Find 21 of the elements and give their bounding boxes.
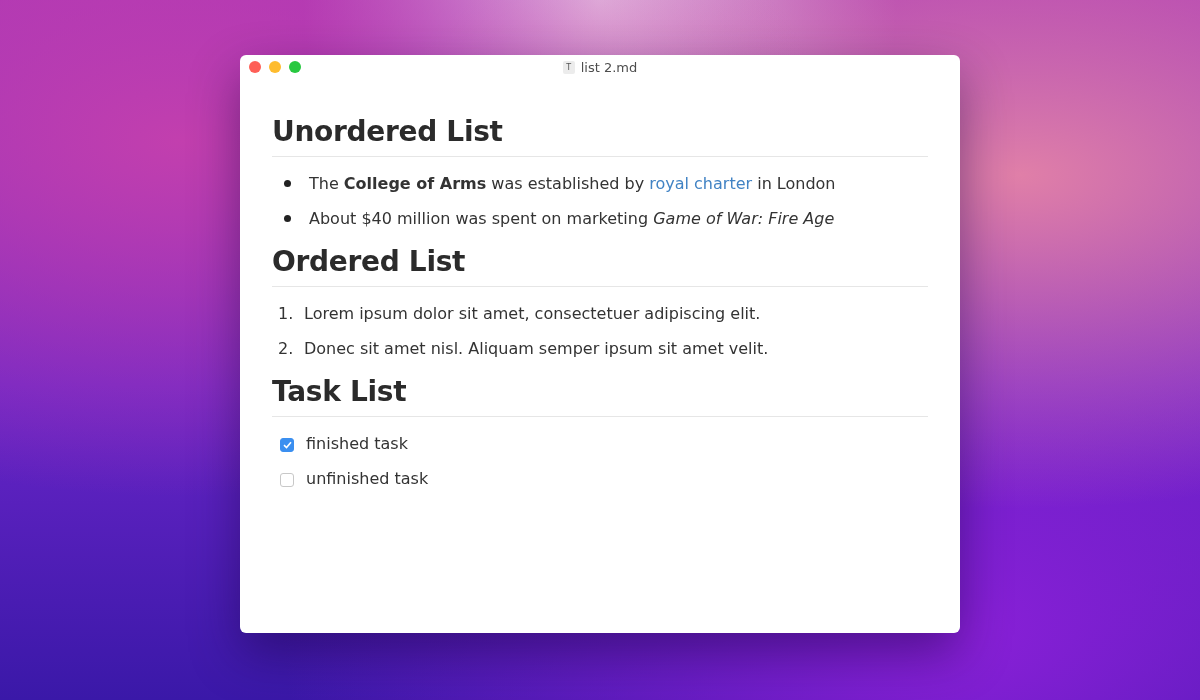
section-heading: Unordered List <box>272 115 928 157</box>
checkbox[interactable] <box>280 472 294 487</box>
close-button[interactable] <box>249 61 261 73</box>
zoom-button[interactable] <box>289 61 301 73</box>
section-heading: Task List <box>272 375 928 417</box>
link[interactable]: royal charter <box>649 174 753 193</box>
list-item-text: unfinished task <box>306 469 429 488</box>
section-heading: Ordered List <box>272 245 928 287</box>
bullet-icon <box>284 215 291 222</box>
list-number: 2. <box>277 339 295 358</box>
checkbox[interactable] <box>280 437 294 452</box>
minimize-button[interactable] <box>269 61 281 73</box>
window-title: list 2.md <box>580 59 638 75</box>
list-number: 1. <box>277 304 295 323</box>
list-item-text: About $40 million was spent on marketing Game of War: Fire Age <box>309 209 835 228</box>
list-item-text: Lorem ipsum dolor sit amet, consectetuer adipiscing elit. <box>304 304 761 323</box>
list-item-text: finished task <box>306 434 408 453</box>
list-item-text: The College of Arms was established by royal charter in London <box>309 174 836 193</box>
file-icon: T <box>562 60 575 74</box>
list-item-text: Donec sit amet nisl. Aliquam semper ipsum sit amet velit. <box>304 339 769 358</box>
bullet-icon <box>284 180 291 187</box>
